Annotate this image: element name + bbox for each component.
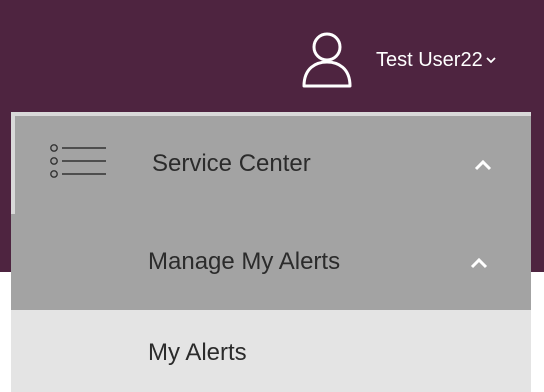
menu-label-manage-my-alerts: Manage My Alerts [148, 248, 341, 275]
chevron-up-icon[interactable] [473, 158, 493, 172]
menu-label-service-center: Service Center [152, 150, 311, 177]
menu-item-manage-my-alerts[interactable]: Manage My Alerts [11, 214, 531, 310]
list-icon [50, 144, 106, 178]
menu-label-my-alerts: My Alerts [148, 339, 247, 366]
menu-item-service-center[interactable]: Service Center [11, 112, 531, 214]
chevron-up-icon[interactable] [469, 256, 489, 270]
user-name[interactable]: Test User22 [376, 49, 483, 72]
menu-item-my-alerts[interactable]: My Alerts [11, 310, 531, 392]
top-header-bar: Test User22 [0, 0, 544, 112]
user-icon [302, 32, 352, 88]
chevron-down-icon[interactable] [486, 55, 496, 65]
user-dropdown-menu: Service Center Manage My Alerts My Alert… [11, 112, 531, 392]
user-menu[interactable]: Test User22 [300, 28, 496, 92]
